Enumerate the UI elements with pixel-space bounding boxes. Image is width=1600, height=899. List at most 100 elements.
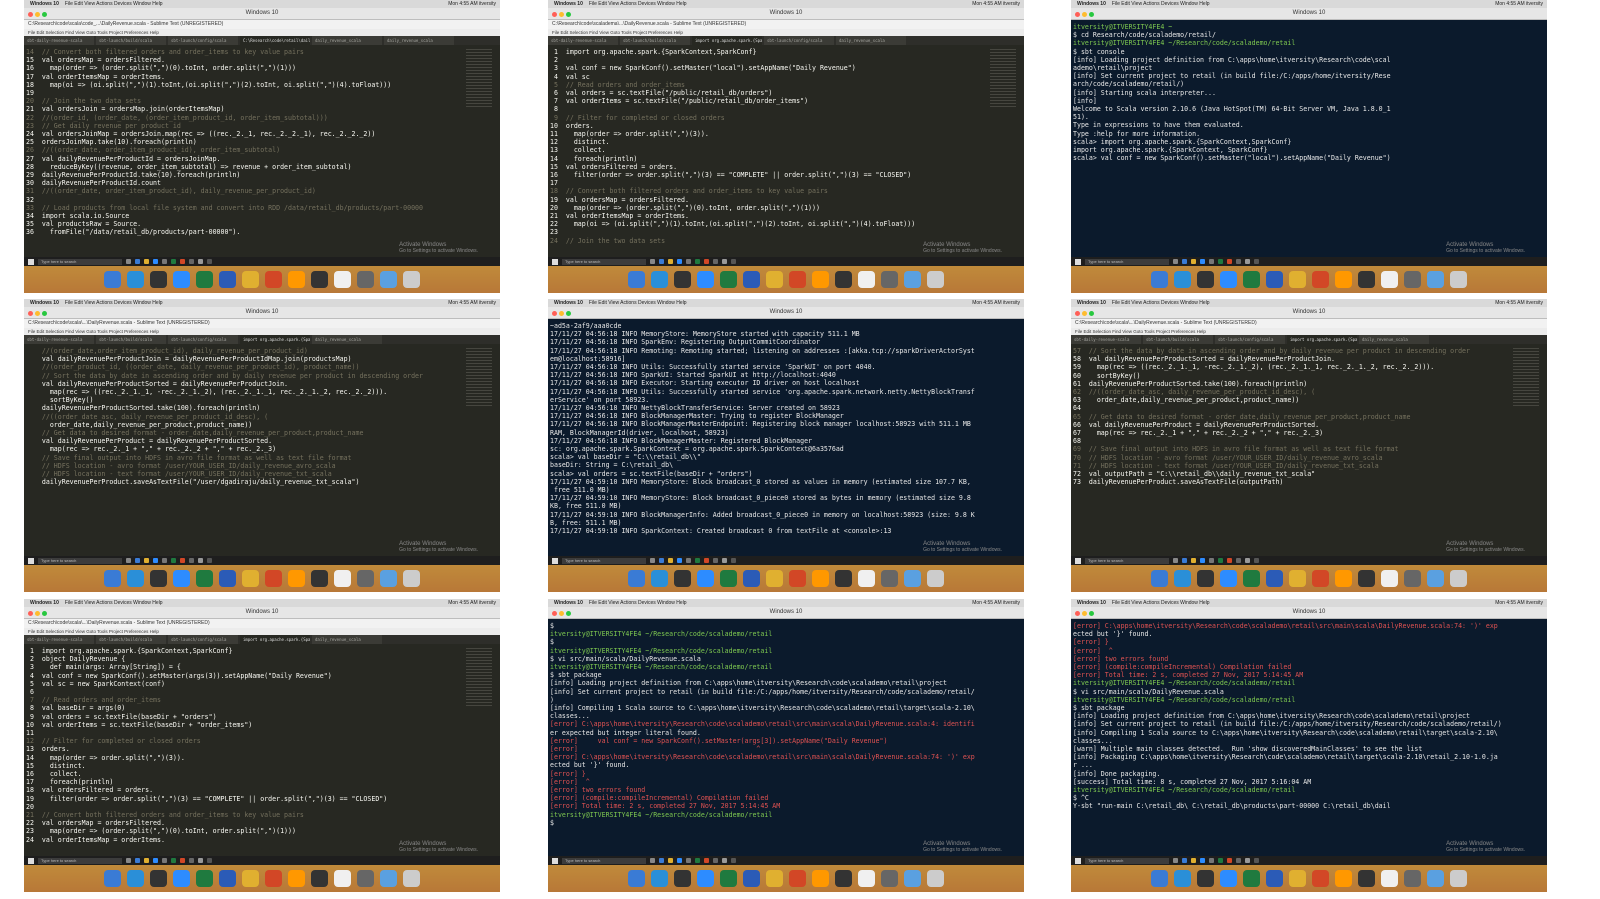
trash-icon[interactable] <box>403 570 420 587</box>
taskbar-app-icon[interactable] <box>650 259 655 264</box>
editor-tab[interactable]: sbt-launch/config/scala <box>168 635 238 644</box>
safari-icon[interactable] <box>1174 271 1191 288</box>
taskbar-app-icon[interactable] <box>1254 558 1259 563</box>
zoom-icon[interactable] <box>173 870 190 887</box>
intellij-icon[interactable] <box>1358 870 1375 887</box>
chrome-icon[interactable] <box>766 870 783 887</box>
taskbar-app-icon[interactable] <box>126 858 131 863</box>
close-icon[interactable] <box>28 12 33 17</box>
taskbar-app-icon[interactable] <box>650 858 655 863</box>
trash-icon[interactable] <box>927 870 944 887</box>
editor-tab[interactable]: sbt-launch/config/scala <box>764 36 834 45</box>
powerpoint-icon[interactable] <box>265 570 282 587</box>
word-icon[interactable] <box>219 870 236 887</box>
zoom-icon[interactable] <box>173 271 190 288</box>
chrome-icon[interactable] <box>242 870 259 887</box>
safari-icon[interactable] <box>651 271 668 288</box>
editor-tab[interactable]: C:\Research\code\retail\daily-revenue-sc… <box>240 36 310 45</box>
trash-icon[interactable] <box>1450 870 1467 887</box>
terminal-window[interactable]: $ itversity@ITVERSITY4FE4 ~/Research/code… <box>548 619 1024 856</box>
taskbar-app-icon[interactable] <box>668 558 673 563</box>
zoom-icon[interactable] <box>697 570 714 587</box>
taskbar-app-icon[interactable] <box>695 259 700 264</box>
folder-icon[interactable] <box>904 870 921 887</box>
taskbar-app-icon[interactable] <box>1182 259 1187 264</box>
sublime-icon[interactable] <box>288 271 305 288</box>
taskbar-app-icon[interactable] <box>659 259 664 264</box>
zoom-icon[interactable] <box>1089 12 1094 17</box>
taskbar-app-icon[interactable] <box>162 558 167 563</box>
notes-icon[interactable] <box>1381 271 1398 288</box>
intellij-icon[interactable] <box>311 570 328 587</box>
taskbar-app-icon[interactable] <box>207 259 212 264</box>
notes-icon[interactable] <box>334 570 351 587</box>
taskbar-app-icon[interactable] <box>126 558 131 563</box>
taskbar-app-icon[interactable] <box>180 558 185 563</box>
taskbar-app-icon[interactable] <box>1200 858 1205 863</box>
taskbar-app-icon[interactable] <box>171 858 176 863</box>
zoom-icon[interactable] <box>1089 311 1094 316</box>
editor-menubar[interactable]: File Edit Selection Find View Goto Tools… <box>24 328 500 335</box>
editor-tab[interactable]: sbt-launch/build/scala <box>620 36 690 45</box>
taskbar-app-icon[interactable] <box>686 858 691 863</box>
taskbar-search-box[interactable]: Type here to search <box>562 557 646 564</box>
taskbar-search-box[interactable]: Type here to search <box>562 857 646 864</box>
intellij-icon[interactable] <box>1358 271 1375 288</box>
editor-tab[interactable]: sbt-launch/build/scala <box>96 335 166 344</box>
minimize-icon[interactable] <box>35 12 40 17</box>
sublime-icon[interactable] <box>812 271 829 288</box>
taskbar-app-icon[interactable] <box>1209 558 1214 563</box>
folder-icon[interactable] <box>1427 271 1444 288</box>
code-editor[interactable]: 1 import org.apache.spark.{SparkContext,… <box>548 45 1024 257</box>
chrome-icon[interactable] <box>766 570 783 587</box>
windows-start-icon[interactable] <box>28 258 34 265</box>
taskbar-search-box[interactable]: Type here to search <box>562 258 646 265</box>
minimize-icon[interactable] <box>559 611 564 616</box>
terminal-icon[interactable] <box>150 570 167 587</box>
zoom-icon[interactable] <box>1220 271 1237 288</box>
safari-icon[interactable] <box>651 570 668 587</box>
taskbar-app-icon[interactable] <box>135 858 140 863</box>
terminal-icon[interactable] <box>1197 870 1214 887</box>
notes-icon[interactable] <box>334 271 351 288</box>
powerpoint-icon[interactable] <box>265 271 282 288</box>
taskbar-app-icon[interactable] <box>171 259 176 264</box>
code-minimap[interactable] <box>466 49 492 109</box>
windows-start-icon[interactable] <box>1075 857 1081 864</box>
safari-icon[interactable] <box>1174 570 1191 587</box>
windows-start-icon[interactable] <box>28 557 34 564</box>
code-minimap[interactable] <box>466 348 492 408</box>
taskbar-app-icon[interactable] <box>144 858 149 863</box>
mac-menu-items[interactable]: File Edit View Actions Devices Window He… <box>589 600 687 606</box>
word-icon[interactable] <box>743 870 760 887</box>
code-editor[interactable]: 14 // Convert both filtered orders and o… <box>24 45 500 257</box>
zoom-icon[interactable] <box>42 12 47 17</box>
windows-start-icon[interactable] <box>1075 258 1081 265</box>
taskbar-app-icon[interactable] <box>668 858 673 863</box>
mac-menu-items[interactable]: File Edit View Actions Devices Window He… <box>589 1 687 7</box>
notes-icon[interactable] <box>858 271 875 288</box>
trash-icon[interactable] <box>927 570 944 587</box>
editor-tab[interactable]: daily_revenue_scala <box>312 36 382 45</box>
notes-icon[interactable] <box>334 870 351 887</box>
trash-icon[interactable] <box>403 870 420 887</box>
trash-icon[interactable] <box>1450 570 1467 587</box>
code-minimap[interactable] <box>990 49 1016 109</box>
powerpoint-icon[interactable] <box>1312 870 1329 887</box>
editor-tab[interactable]: daily_revenue_scala <box>312 335 382 344</box>
zoom-icon[interactable] <box>42 311 47 316</box>
word-icon[interactable] <box>219 271 236 288</box>
intellij-icon[interactable] <box>311 271 328 288</box>
folder-icon[interactable] <box>380 870 397 887</box>
taskbar-app-icon[interactable] <box>1209 259 1214 264</box>
finder-icon[interactable] <box>1151 271 1168 288</box>
trash-icon[interactable] <box>1450 271 1467 288</box>
word-icon[interactable] <box>743 271 760 288</box>
vmware-icon[interactable] <box>881 271 898 288</box>
finder-icon[interactable] <box>104 870 121 887</box>
sublime-icon[interactable] <box>288 570 305 587</box>
taskbar-app-icon[interactable] <box>704 858 709 863</box>
close-icon[interactable] <box>552 611 557 616</box>
minimize-icon[interactable] <box>35 611 40 616</box>
sublime-icon[interactable] <box>812 870 829 887</box>
